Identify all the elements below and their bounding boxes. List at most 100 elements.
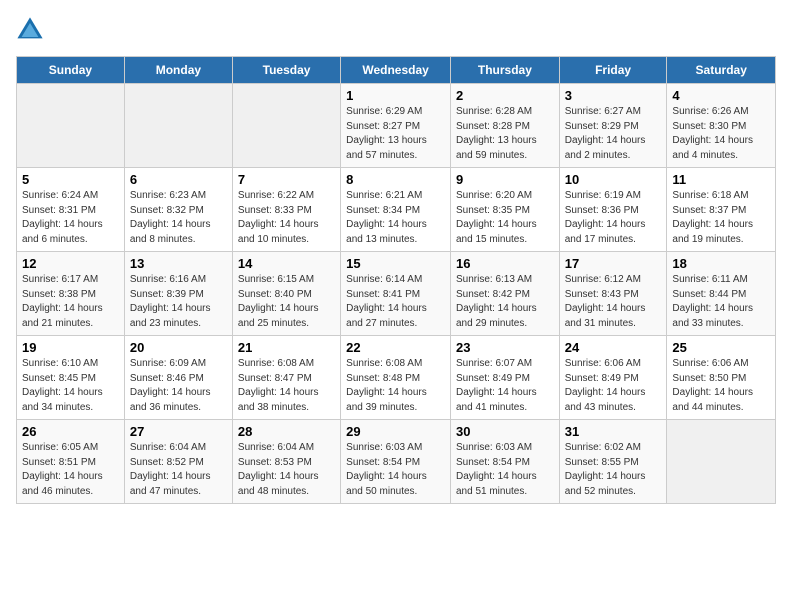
header-row: SundayMondayTuesdayWednesdayThursdayFrid… — [17, 57, 776, 84]
week-row-3: 12Sunrise: 6:17 AM Sunset: 8:38 PM Dayli… — [17, 252, 776, 336]
day-cell: 4Sunrise: 6:26 AM Sunset: 8:30 PM Daylig… — [667, 84, 776, 168]
day-number: 9 — [456, 172, 554, 187]
day-number: 17 — [565, 256, 662, 271]
day-cell: 7Sunrise: 6:22 AM Sunset: 8:33 PM Daylig… — [232, 168, 340, 252]
day-number: 5 — [22, 172, 119, 187]
day-header-sunday: Sunday — [17, 57, 125, 84]
day-info: Sunrise: 6:13 AM Sunset: 8:42 PM Dayligh… — [456, 273, 554, 331]
day-cell: 6 Sunrise: 6:23 AM Sunset: 8:32 PM Daylig… — [124, 168, 232, 252]
day-header-wednesday: Wednesday — [341, 57, 451, 84]
day-info: Sunrise: 6:24 AM Sunset: 8:31 PM Dayligh… — [22, 189, 119, 247]
day-header-monday: Monday — [124, 57, 232, 84]
day-info: Sunrise: 6:27 AM Sunset: 8:29 PM Dayligh… — [565, 105, 662, 163]
day-info: Sunrise: 6:14 AM Sunset: 8:41 PM Dayligh… — [346, 273, 445, 331]
day-cell: 2 Sunrise: 6:28 AM Sunset: 8:28 PM Daylig… — [450, 84, 559, 168]
day-number: 23 — [456, 340, 554, 355]
day-cell: 14 Sunrise: 6:15 AM Sunset: 8:40 PM Dayli… — [232, 252, 340, 336]
day-number: 30 — [456, 424, 554, 439]
day-cell: 30 Sunrise: 6:03 AM Sunset: 8:54 PM Dayli… — [450, 420, 559, 504]
day-cell: 10Sunrise: 6:19 AM Sunset: 8:36 PM Dayli… — [559, 168, 667, 252]
day-number: 10 — [565, 172, 662, 187]
day-info: Sunrise: 6:15 AM Sunset: 8:40 PM Dayligh… — [238, 273, 335, 331]
day-cell: 23 Sunrise: 6:07 AM Sunset: 8:49 PM Dayli… — [450, 336, 559, 420]
week-row-1: 1 Sunrise: 6:29 AM Sunset: 8:27 PM Daylig… — [17, 84, 776, 168]
day-number: 1 — [346, 88, 445, 103]
day-info: Sunrise: 6:20 AM Sunset: 8:35 PM Dayligh… — [456, 189, 554, 247]
day-info: Sunrise: 6:03 AM Sunset: 8:54 PM Dayligh… — [456, 441, 554, 499]
day-cell: 13Sunrise: 6:16 AM Sunset: 8:39 PM Dayli… — [124, 252, 232, 336]
week-row-2: 5 Sunrise: 6:24 AM Sunset: 8:31 PM Daylig… — [17, 168, 776, 252]
day-cell — [124, 84, 232, 168]
day-number: 2 — [456, 88, 554, 103]
day-number: 12 — [22, 256, 119, 271]
day-number: 29 — [346, 424, 445, 439]
day-cell — [17, 84, 125, 168]
day-number: 16 — [456, 256, 554, 271]
day-info: Sunrise: 6:11 AM Sunset: 8:44 PM Dayligh… — [672, 273, 770, 331]
day-cell: 21 Sunrise: 6:08 AM Sunset: 8:47 PM Dayli… — [232, 336, 340, 420]
day-number: 27 — [130, 424, 227, 439]
day-cell: 8 Sunrise: 6:21 AM Sunset: 8:34 PM Daylig… — [341, 168, 451, 252]
day-info: Sunrise: 6:02 AM Sunset: 8:55 PM Dayligh… — [565, 441, 662, 499]
day-cell: 17 Sunrise: 6:12 AM Sunset: 8:43 PM Dayli… — [559, 252, 667, 336]
day-info: Sunrise: 6:29 AM Sunset: 8:27 PM Dayligh… — [346, 105, 445, 163]
header — [16, 16, 776, 44]
day-number: 11 — [672, 172, 770, 187]
day-info: Sunrise: 6:28 AM Sunset: 8:28 PM Dayligh… — [456, 105, 554, 163]
day-cell: 22Sunrise: 6:08 AM Sunset: 8:48 PM Dayli… — [341, 336, 451, 420]
day-number: 8 — [346, 172, 445, 187]
day-info: Sunrise: 6:12 AM Sunset: 8:43 PM Dayligh… — [565, 273, 662, 331]
day-number: 4 — [672, 88, 770, 103]
day-cell: 1 Sunrise: 6:29 AM Sunset: 8:27 PM Daylig… — [341, 84, 451, 168]
logo-icon — [16, 16, 44, 44]
day-cell: 24Sunrise: 6:06 AM Sunset: 8:49 PM Dayli… — [559, 336, 667, 420]
day-cell: 19 Sunrise: 6:10 AM Sunset: 8:45 PM Dayli… — [17, 336, 125, 420]
day-info: Sunrise: 6:08 AM Sunset: 8:48 PM Dayligh… — [346, 357, 445, 415]
day-cell — [667, 420, 776, 504]
day-cell: 15 Sunrise: 6:14 AM Sunset: 8:41 PM Dayli… — [341, 252, 451, 336]
day-info: Sunrise: 6:23 AM Sunset: 8:32 PM Dayligh… — [130, 189, 227, 247]
day-info: Sunrise: 6:21 AM Sunset: 8:34 PM Dayligh… — [346, 189, 445, 247]
day-number: 26 — [22, 424, 119, 439]
day-info: Sunrise: 6:06 AM Sunset: 8:50 PM Dayligh… — [672, 357, 770, 415]
day-number: 24 — [565, 340, 662, 355]
day-header-friday: Friday — [559, 57, 667, 84]
day-cell: 25 Sunrise: 6:06 AM Sunset: 8:50 PM Dayli… — [667, 336, 776, 420]
day-cell: 20Sunrise: 6:09 AM Sunset: 8:46 PM Dayli… — [124, 336, 232, 420]
day-info: Sunrise: 6:18 AM Sunset: 8:37 PM Dayligh… — [672, 189, 770, 247]
day-cell: 18 Sunrise: 6:11 AM Sunset: 8:44 PM Dayli… — [667, 252, 776, 336]
day-number: 28 — [238, 424, 335, 439]
day-cell: 16 Sunrise: 6:13 AM Sunset: 8:42 PM Dayli… — [450, 252, 559, 336]
day-number: 3 — [565, 88, 662, 103]
day-cell: 29 Sunrise: 6:03 AM Sunset: 8:54 PM Dayli… — [341, 420, 451, 504]
day-number: 25 — [672, 340, 770, 355]
day-info: Sunrise: 6:10 AM Sunset: 8:45 PM Dayligh… — [22, 357, 119, 415]
day-info: Sunrise: 6:22 AM Sunset: 8:33 PM Dayligh… — [238, 189, 335, 247]
day-cell: 12Sunrise: 6:17 AM Sunset: 8:38 PM Dayli… — [17, 252, 125, 336]
day-cell: 9 Sunrise: 6:20 AM Sunset: 8:35 PM Daylig… — [450, 168, 559, 252]
day-cell: 31 Sunrise: 6:02 AM Sunset: 8:55 PM Dayli… — [559, 420, 667, 504]
day-number: 31 — [565, 424, 662, 439]
day-number: 15 — [346, 256, 445, 271]
day-header-thursday: Thursday — [450, 57, 559, 84]
day-cell: 5 Sunrise: 6:24 AM Sunset: 8:31 PM Daylig… — [17, 168, 125, 252]
day-info: Sunrise: 6:16 AM Sunset: 8:39 PM Dayligh… — [130, 273, 227, 331]
day-info: Sunrise: 6:07 AM Sunset: 8:49 PM Dayligh… — [456, 357, 554, 415]
day-info: Sunrise: 6:09 AM Sunset: 8:46 PM Dayligh… — [130, 357, 227, 415]
day-info: Sunrise: 6:08 AM Sunset: 8:47 PM Dayligh… — [238, 357, 335, 415]
day-number: 14 — [238, 256, 335, 271]
day-info: Sunrise: 6:05 AM Sunset: 8:51 PM Dayligh… — [22, 441, 119, 499]
calendar-table: SundayMondayTuesdayWednesdayThursdayFrid… — [16, 56, 776, 504]
logo — [16, 16, 48, 44]
day-header-saturday: Saturday — [667, 57, 776, 84]
day-info: Sunrise: 6:03 AM Sunset: 8:54 PM Dayligh… — [346, 441, 445, 499]
day-number: 18 — [672, 256, 770, 271]
day-number: 21 — [238, 340, 335, 355]
day-cell — [232, 84, 340, 168]
day-cell: 28Sunrise: 6:04 AM Sunset: 8:53 PM Dayli… — [232, 420, 340, 504]
day-number: 19 — [22, 340, 119, 355]
day-cell: 11 Sunrise: 6:18 AM Sunset: 8:37 PM Dayli… — [667, 168, 776, 252]
week-row-5: 26 Sunrise: 6:05 AM Sunset: 8:51 PM Dayli… — [17, 420, 776, 504]
week-row-4: 19 Sunrise: 6:10 AM Sunset: 8:45 PM Dayli… — [17, 336, 776, 420]
day-number: 6 — [130, 172, 227, 187]
